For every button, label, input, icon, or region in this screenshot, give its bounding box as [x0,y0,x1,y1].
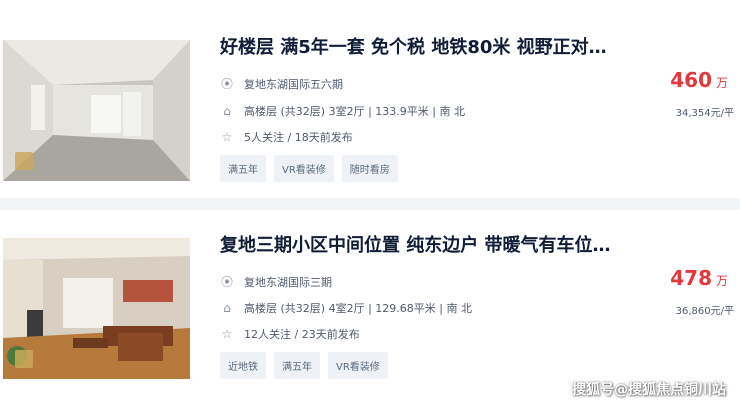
house-icon: ⌂ [223,104,231,118]
room-photo-empty [3,40,190,181]
location-pin-icon: ⦿ [220,275,233,289]
top-strip [0,0,740,15]
house-info: 高楼层 (共32层) 4室2厅 | 129.68平米 | 南 北 [244,302,472,315]
tag: 满五年 [274,352,320,379]
listing-title-text[interactable]: 复地三期小区中间位置 纯东边户 带暖气有车位 [220,235,611,256]
follow-row: ☆ 12人关注 / 23天前发布 [220,326,360,342]
price-unit: 万 [715,274,728,288]
tag: 满五年 [220,155,266,182]
room-photo-furnished [3,238,190,379]
tag: 随时看房 [341,155,398,182]
listing-title[interactable]: 复地三期小区中间位置 纯东边户 带暖气有车位 必看好房 [220,231,640,257]
listing-card[interactable]: 好楼层 满5年一套 免个税 地铁80米 视野正对小... ⦿ 复地东湖国际五六期 … [0,30,740,215]
unit-price: 36,860元/平 [675,306,734,317]
price-unit: 万 [715,76,728,90]
unit-price: 34,354元/平 [675,108,734,119]
listing-photo[interactable] [3,40,190,181]
star-icon: ☆ [221,130,233,144]
community-row: ⦿ 复地东湖国际五六期 [220,75,343,92]
total-price: 460 万 [670,68,728,92]
follow-info: 12人关注 / 23天前发布 [244,328,360,341]
tag: VR看装修 [328,352,388,379]
house-info: 高楼层 (共32层) 3室2厅 | 133.9平米 | 南 北 [244,105,465,118]
watermark-text: 搜狐号@搜狐焦点铜川站 [572,382,726,398]
total-price: 478 万 [670,266,728,290]
star-icon: ☆ [221,327,233,341]
follow-row: ☆ 5人关注 / 18天前发布 [220,129,353,145]
community-row: ⦿ 复地东湖国际三期 [220,273,332,290]
tag: VR看装修 [274,155,334,182]
community-name[interactable]: 复地东湖国际三期 [244,276,332,289]
price-value: 478 [670,266,712,290]
house-info-row: ⌂ 高楼层 (共32层) 3室2厅 | 133.9平米 | 南 北 [220,103,465,119]
tag-list: 近地铁 满五年 VR看装修 [220,352,388,379]
house-info-row: ⌂ 高楼层 (共32层) 4室2厅 | 129.68平米 | 南 北 [220,300,472,316]
house-icon: ⌂ [223,301,231,315]
follow-info: 5人关注 / 18天前发布 [244,131,353,144]
tag: 近地铁 [220,352,266,379]
listing-title[interactable]: 好楼层 满5年一套 免个税 地铁80米 视野正对小... [220,33,620,59]
price-value: 460 [670,68,712,92]
divider [0,198,740,210]
community-name[interactable]: 复地东湖国际五六期 [244,78,343,91]
location-pin-icon: ⦿ [220,77,233,91]
listing-photo[interactable] [3,238,190,379]
tag-list: 满五年 VR看装修 随时看房 [220,155,398,182]
